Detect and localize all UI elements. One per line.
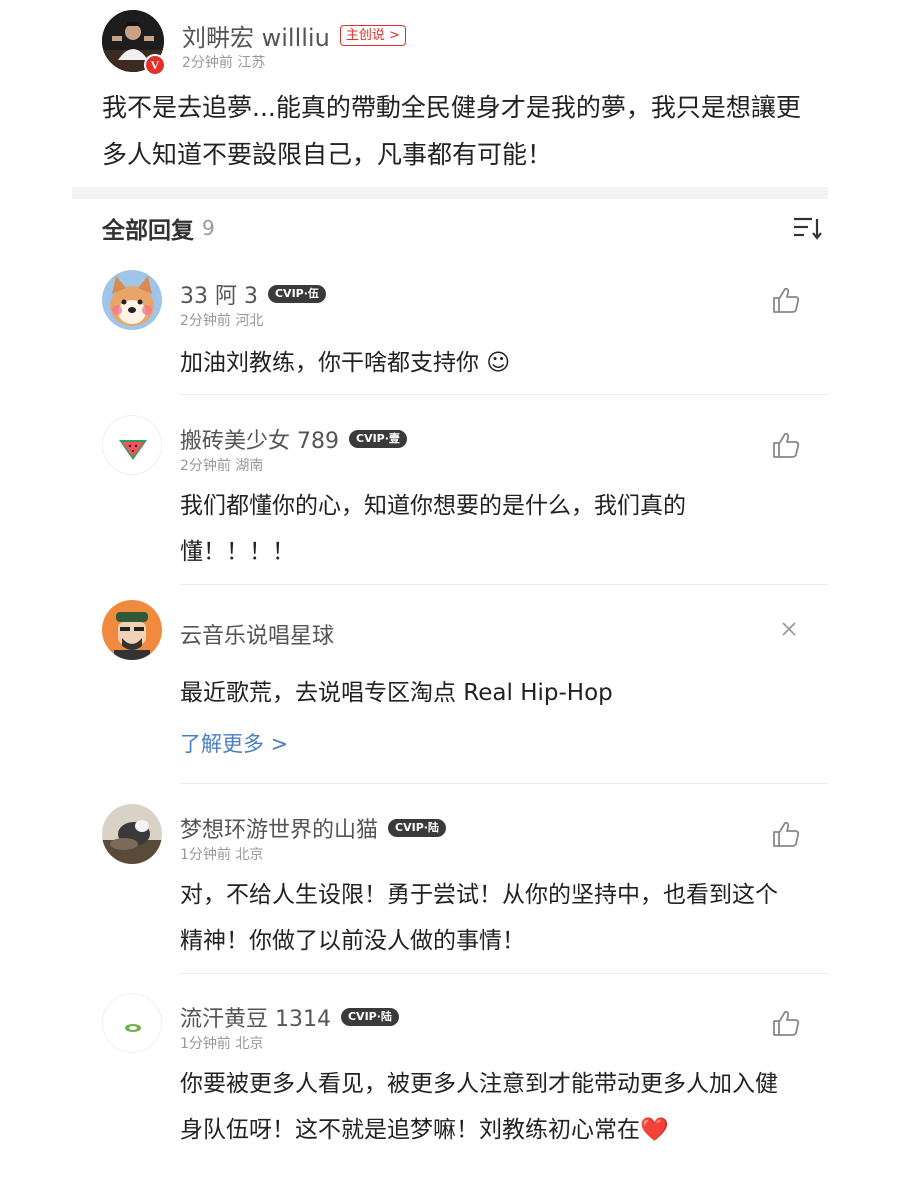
- promoted-item: 云音乐说唱星球 最近歌荒，去说唱专区淘点 Real Hip-Hop 了解更多 >: [102, 600, 828, 784]
- shiba-dog-avatar[interactable]: [102, 270, 162, 330]
- verified-badge: V: [144, 54, 166, 76]
- thumbs-up-icon[interactable]: [770, 818, 802, 850]
- learn-more-link[interactable]: 了解更多 >: [180, 728, 288, 758]
- comment-text: 对，不给人生设限！勇于尝试！从你的坚持中，也看到这个精神！你做了以前没人做的事情…: [180, 882, 778, 954]
- close-icon[interactable]: [780, 620, 798, 638]
- comment-meta: 1分钟前 北京: [180, 847, 264, 863]
- section-divider: [72, 187, 828, 199]
- comment-meta: 1分钟前 北京: [180, 1036, 264, 1052]
- comment-item: 梦想环游世界的山猫 CVIP·陆 1分钟前 北京 对，不给人生设限！勇于尝试！从…: [102, 804, 828, 974]
- replies-count: 9: [202, 216, 215, 240]
- vip-badge: CVIP·陆: [388, 819, 446, 837]
- replies-title: 全部回复: [102, 218, 194, 244]
- sort-icon[interactable]: [792, 214, 822, 242]
- comment-text: 加油刘教练，你干啥都支持你 ☺: [180, 350, 511, 376]
- watermelon-avatar[interactable]: [102, 415, 162, 475]
- promoted-text: 最近歌荒，去说唱专区淘点 Real Hip-Hop: [180, 680, 613, 706]
- comment-item: 33 阿 3 CVIP·伍 2分钟前 河北 加油刘教练，你干啥都支持你 ☺: [102, 270, 828, 395]
- post-body: 我不是去追夢...能真的帶動全民健身才是我的夢，我只是想讓更多人知道不要設限自己…: [102, 93, 801, 169]
- comment-meta: 2分钟前 湖南: [180, 458, 264, 474]
- creator-tag[interactable]: 主创说 >: [339, 25, 406, 46]
- vip-badge: CVIP·壹: [349, 430, 407, 448]
- comment-item: 搬砖美少女 789 CVIP·壹 2分钟前 湖南 我们都懂你的心，知道你想要的是…: [102, 415, 828, 585]
- comment-text: 你要被更多人看见，被更多人注意到才能带动更多人加入健身队伍呀！这不就是追梦嘛！刘…: [180, 1071, 778, 1143]
- thumbs-up-icon[interactable]: [770, 429, 802, 461]
- row-divider: [180, 394, 828, 395]
- comment-meta: 2分钟前 河北: [180, 313, 264, 329]
- thumbs-up-icon[interactable]: [770, 1007, 802, 1039]
- row-divider: [180, 584, 828, 585]
- vip-badge: CVIP·陆: [340, 1008, 399, 1026]
- vip-badge: CVIP·伍: [267, 285, 326, 303]
- commenter-name[interactable]: 流汗黄豆 1314: [180, 1001, 331, 1033]
- row-divider: [180, 783, 828, 784]
- row-divider: [180, 973, 828, 974]
- post-meta: 2分钟前 江苏: [182, 55, 266, 71]
- bean-avatar[interactable]: [102, 993, 162, 1053]
- rapper-avatar[interactable]: [102, 600, 162, 660]
- author-name[interactable]: 刘畊宏 willliu: [182, 18, 330, 53]
- commenter-name[interactable]: 搬砖美少女 789: [180, 423, 339, 455]
- cat-photo-avatar[interactable]: [102, 804, 162, 864]
- promoter-name[interactable]: 云音乐说唱星球: [180, 618, 334, 650]
- commenter-name[interactable]: 33 阿 3: [180, 278, 258, 310]
- post-header: V 刘畊宏 willliu 主创说 > 2分钟前 江苏: [102, 10, 822, 76]
- comment-item: 流汗黄豆 1314 CVIP·陆 1分钟前 北京 你要被更多人看见，被更多人注意…: [102, 993, 828, 1200]
- replies-header: 全部回复 9: [102, 206, 822, 250]
- commenter-name[interactable]: 梦想环游世界的山猫: [180, 812, 378, 844]
- thumbs-up-icon[interactable]: [770, 284, 802, 316]
- comment-text: 我们都懂你的心，知道你想要的是什么，我们真的懂！！！！: [180, 493, 686, 565]
